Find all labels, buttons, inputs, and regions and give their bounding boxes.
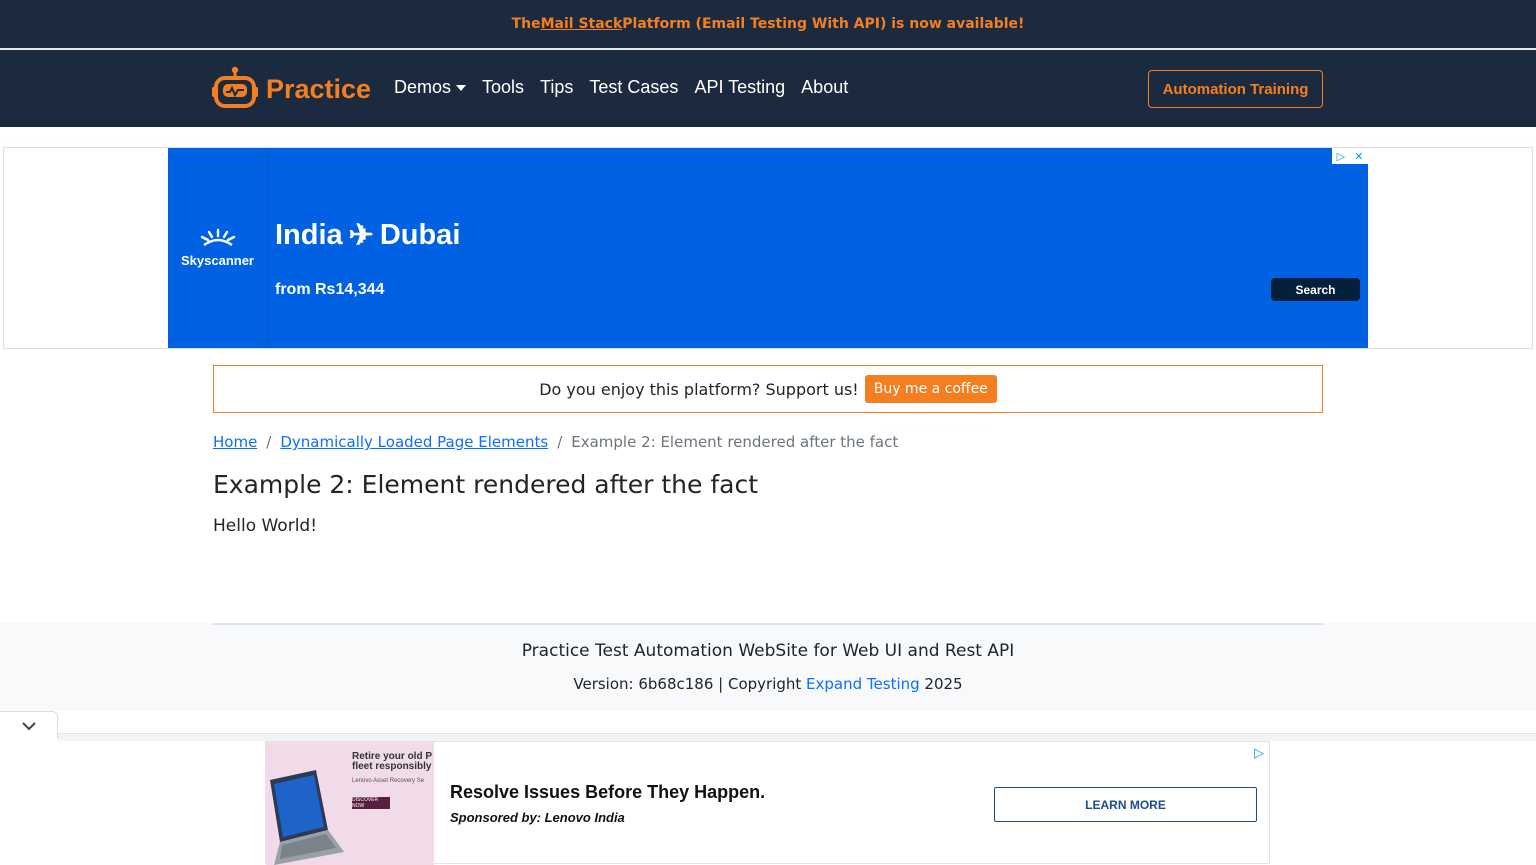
thumb-title: Retire your old P fleet responsibly <box>352 751 432 772</box>
copyright-year: 2025 <box>919 675 963 693</box>
ad-brand-name: Skyscanner <box>181 253 254 268</box>
page-title: Example 2: Element rendered after the fa… <box>213 470 758 499</box>
expand-testing-link[interactable]: Expand Testing <box>806 675 920 693</box>
breadcrumb-separator: / <box>557 433 563 451</box>
ad-thumbnail: Retire your old P fleet responsibly Leno… <box>266 742 434 865</box>
nav-api-testing[interactable]: API Testing <box>694 77 785 98</box>
nav-about[interactable]: About <box>801 77 848 98</box>
ad-sponsor: Sponsored by: Lenovo India <box>450 810 625 825</box>
mail-stack-link[interactable]: Mail Stack <box>541 16 623 32</box>
close-icon[interactable]: ✕ <box>1354 150 1363 163</box>
announcement-prefix: The <box>511 16 541 32</box>
ad-origin: India <box>275 219 343 251</box>
footer: Practice Test Automation WebSite for Web… <box>0 623 1536 711</box>
loaded-message: Hello World! <box>213 516 318 536</box>
nav-demos-label: Demos <box>394 77 452 97</box>
bottom-ad-container: Retire your old P fleet responsibly Leno… <box>0 741 1536 865</box>
ad-headline: Resolve Issues Before They Happen. <box>450 782 766 802</box>
breadcrumb-separator: / <box>266 433 272 451</box>
announcement-bar: The Mail Stack Platform (Email Testing W… <box>0 0 1536 48</box>
robot-logo-icon <box>212 65 258 113</box>
brand-link[interactable]: Practice <box>212 65 371 113</box>
lenovo-ad[interactable]: Retire your old P fleet responsibly Leno… <box>265 741 1270 865</box>
footer-title: Practice Test Automation WebSite for Web… <box>521 641 1015 661</box>
ad-destination: Dubai <box>379 219 461 251</box>
ad-price: from Rs14,344 <box>275 281 385 298</box>
announcement-suffix: Platform (Email Testing With API) is now… <box>622 16 1025 32</box>
buy-coffee-button[interactable]: Buy me a coffee <box>864 375 997 403</box>
brand-name: Practice <box>266 73 372 104</box>
main-nav: Demos Tools Tips Test Cases API Testing … <box>394 77 864 98</box>
ad-logo-column: Skyscanner <box>168 148 268 348</box>
breadcrumb: Home / Dynamically Loaded Page Elements … <box>213 433 898 451</box>
navbar: Practice Demos Tools Tips Test Cases API… <box>0 50 1536 127</box>
support-text: Do you enjoy this platform? Support us! <box>539 379 859 399</box>
automation-training-button[interactable]: Automation Training <box>1148 70 1323 108</box>
thumb-subtitle: Lenovo Asset Recovery Se <box>352 778 425 784</box>
breadcrumb-current: Example 2: Element rendered after the fa… <box>571 433 899 451</box>
nav-demos[interactable]: Demos <box>394 77 467 98</box>
ad-info-icon[interactable]: ▷ <box>1337 150 1345 163</box>
version-text: Version: 6b68c186 | Copyright <box>573 675 807 693</box>
ad-collapse-toggle[interactable] <box>0 711 58 739</box>
thumb-discover-button[interactable]: DISCOVER NOW <box>352 797 390 809</box>
ad-strip <box>58 733 1536 741</box>
skyscanner-ad[interactable]: Skyscanner India ✈ Dubai from Rs14,344 S… <box>168 148 1368 348</box>
support-banner: Do you enjoy this platform? Support us! … <box>213 365 1323 413</box>
breadcrumb-home[interactable]: Home <box>213 433 257 451</box>
footer-version: Version: 6b68c186 | Copyright Expand Tes… <box>0 675 1536 693</box>
sunrise-logo-icon <box>200 228 236 250</box>
caret-down-icon <box>456 84 467 91</box>
ad-search-button[interactable]: Search <box>1271 278 1360 301</box>
nav-tips[interactable]: Tips <box>540 77 573 98</box>
airplane-icon: ✈ <box>348 219 374 252</box>
breadcrumb-parent[interactable]: Dynamically Loaded Page Elements <box>280 433 548 451</box>
footer-divider <box>213 623 1323 625</box>
learn-more-button[interactable]: LEARN MORE <box>994 787 1257 822</box>
ad-choices[interactable]: ▷ ✕ <box>1332 148 1368 164</box>
nav-tools[interactable]: Tools <box>482 77 524 98</box>
nav-test-cases[interactable]: Test Cases <box>589 77 678 98</box>
chevron-down-icon <box>21 716 37 735</box>
ad-info-icon[interactable]: ▷ <box>1254 746 1264 761</box>
ad-headline: India ✈ Dubai <box>275 218 460 253</box>
